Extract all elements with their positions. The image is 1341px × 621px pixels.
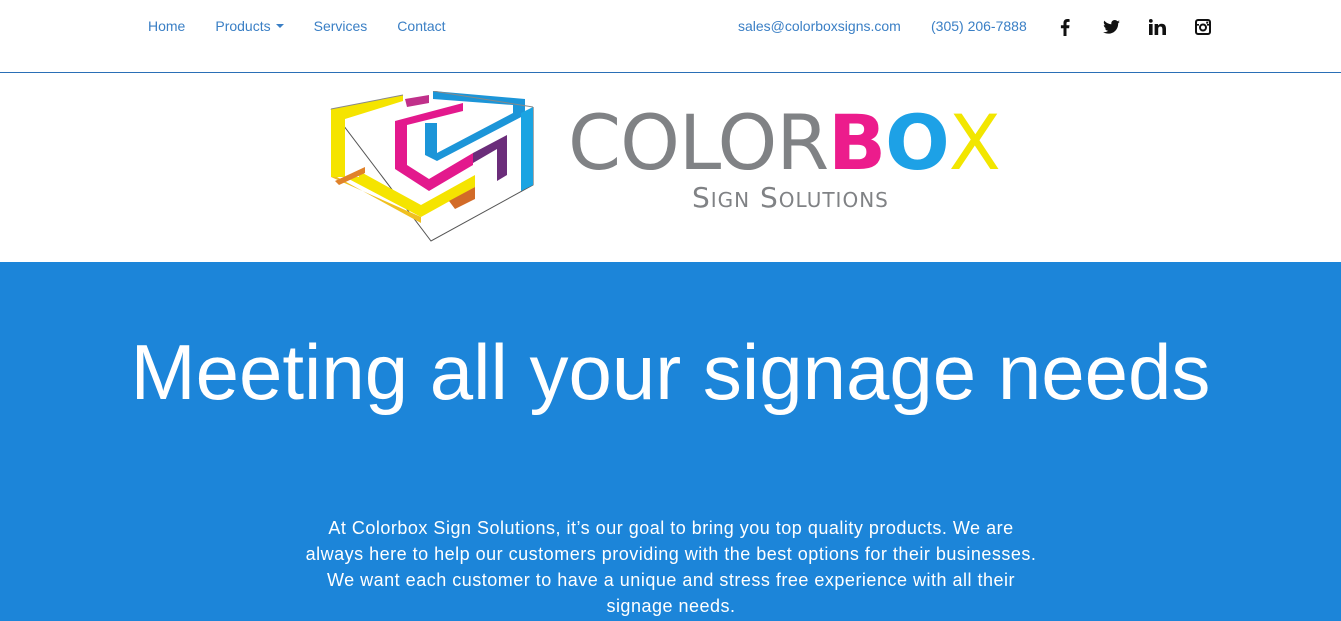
hero-title: Meeting all your signage needs (130, 328, 1211, 416)
nav-home[interactable]: Home (148, 17, 185, 35)
email-link[interactable]: sales@colorboxsigns.com (738, 17, 901, 35)
logo-banner: COLORBOX Sign Solutions (0, 73, 1341, 262)
facebook-icon[interactable] (1054, 16, 1076, 38)
brand-letter-o: O (885, 98, 950, 187)
hero-section: Meeting all your signage needs At Colorb… (0, 262, 1341, 621)
hero-description: At Colorbox Sign Solutions, it’s our goa… (305, 518, 1037, 616)
linkedin-icon[interactable] (1146, 16, 1168, 38)
brand-letter-b: B (828, 98, 886, 187)
nav-services[interactable]: Services (314, 17, 368, 35)
main-menu: Home Products Services Contact (148, 17, 476, 35)
instagram-icon[interactable] (1192, 16, 1214, 38)
nav-products-label: Products (215, 18, 271, 34)
brand-tagline: Sign Solutions (692, 181, 889, 214)
brand-letter-x: X (948, 98, 1001, 187)
nav-products-dropdown[interactable]: Products (215, 17, 284, 35)
caret-down-icon (275, 24, 284, 29)
twitter-icon[interactable] (1100, 16, 1122, 38)
brand-wordmark: COLORBOX (568, 103, 1001, 183)
phone-link[interactable]: (305) 206-7888 (931, 17, 1027, 35)
colorbox-cube-logo-icon[interactable] (325, 91, 537, 243)
nav-contact[interactable]: Contact (397, 17, 445, 35)
brand-word-gray: COLOR (568, 98, 829, 187)
top-navigation: Home Products Services Contact sales@col… (0, 0, 1341, 73)
